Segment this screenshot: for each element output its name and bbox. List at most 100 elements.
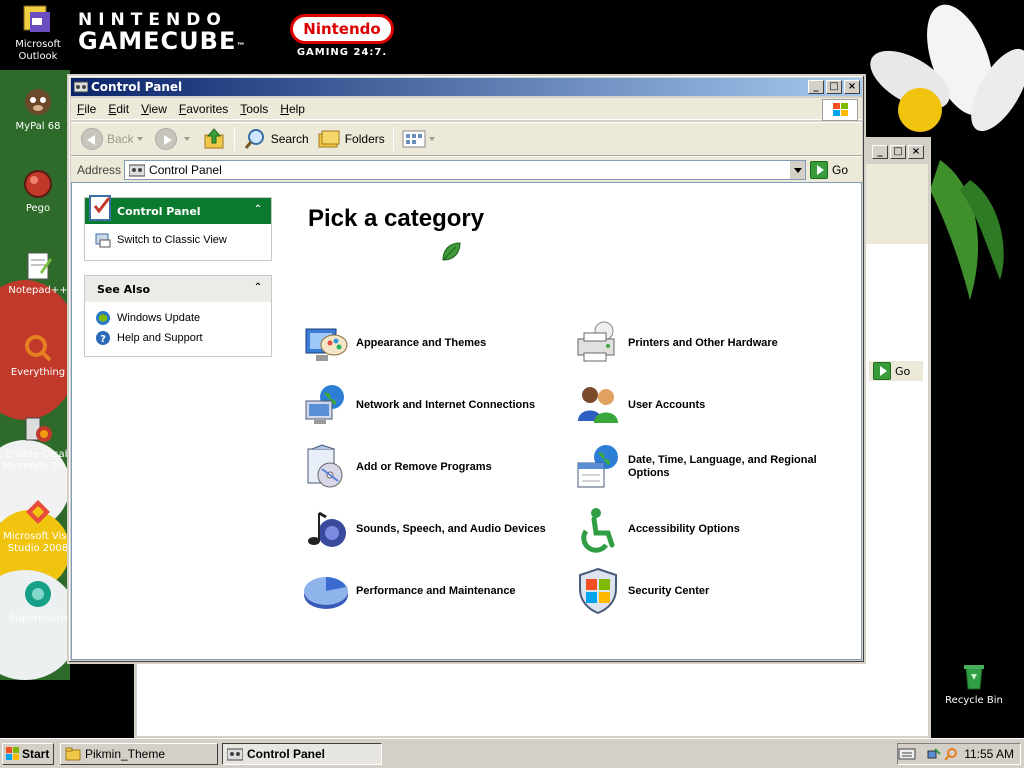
recycle-bin-icon xyxy=(958,660,990,692)
control-panel-icon xyxy=(74,81,88,93)
background-window-strip xyxy=(862,164,928,244)
views-button[interactable] xyxy=(398,125,443,153)
desktop-icon-label: MyPal 68 xyxy=(15,121,61,132)
search-button[interactable]: Search xyxy=(239,125,313,153)
desktop-icon-recycle-bin[interactable]: Recycle Bin xyxy=(936,660,1012,707)
page-heading: Pick a category xyxy=(308,205,485,232)
menu-help[interactable]: Help xyxy=(274,98,311,120)
category-date-time-language[interactable]: Date, Time, Language, and Regional Optio… xyxy=(574,443,848,491)
pego-icon xyxy=(22,168,54,200)
desktop-icon-label: Microsoft Visu Studio 2008 xyxy=(3,531,73,554)
background-window-titlebar: _ □ × xyxy=(858,140,928,164)
up-folder-button[interactable] xyxy=(198,125,230,153)
close-button[interactable]: × xyxy=(844,80,860,94)
back-dropdown-icon[interactable] xyxy=(136,137,143,141)
go-label: Go xyxy=(832,162,849,177)
system-tray: 11:55 AM xyxy=(897,743,1021,765)
desktop-icon-everything[interactable]: Everything xyxy=(0,332,76,379)
forward-dropdown-icon[interactable] xyxy=(183,137,190,141)
collapse-chevron-icon[interactable]: ⌃ xyxy=(251,204,265,218)
go-arrow-icon xyxy=(873,362,891,380)
switch-classic-view-link[interactable]: Switch to Classic View xyxy=(95,230,261,250)
task-pane-title: Control Panel xyxy=(117,204,201,218)
category-user-accounts[interactable]: User Accounts xyxy=(574,381,705,429)
go-button[interactable]: Go xyxy=(810,160,849,179)
taskbar: Start Pikmin_Theme Control Panel 11:55 A… xyxy=(0,738,1024,768)
window-titlebar[interactable]: Control Panel _ □ × xyxy=(71,78,862,96)
taskbar-item-label: Pikmin_Theme xyxy=(85,747,166,761)
folders-button[interactable]: Folders xyxy=(313,125,389,153)
address-input[interactable]: Control Panel xyxy=(124,159,807,180)
supermium-icon xyxy=(22,578,54,610)
category-network-internet[interactable]: Network and Internet Connections xyxy=(302,381,535,429)
category-sounds-audio[interactable]: Sounds, Speech, and Audio Devices xyxy=(302,505,546,553)
close-button[interactable]: × xyxy=(908,145,924,159)
back-arrow-icon xyxy=(81,128,103,150)
category-appearance-themes[interactable]: Appearance and Themes xyxy=(302,319,486,367)
views-icon xyxy=(402,130,426,148)
address-label: Address xyxy=(77,162,122,177)
maximize-button[interactable]: □ xyxy=(890,145,906,159)
control-panel-checklist-icon xyxy=(89,195,111,221)
address-dropdown-icon[interactable] xyxy=(789,160,806,179)
desktop-icon-outlook[interactable]: Microsoft Outlook xyxy=(0,4,76,63)
windows-flag-icon xyxy=(6,747,19,760)
task-pane-header[interactable]: See Also ⌃ xyxy=(85,276,271,302)
taskbar-item-control-panel[interactable]: Control Panel xyxy=(222,743,382,765)
minimize-button[interactable]: _ xyxy=(808,80,824,94)
category-security-center[interactable]: Security Center xyxy=(574,567,709,615)
menu-file[interactable]: File xyxy=(71,98,102,120)
category-label: Network and Internet Connections xyxy=(356,398,536,411)
windows-update-link[interactable]: Windows Update xyxy=(95,308,261,328)
search-tray-icon[interactable] xyxy=(944,747,958,761)
desktop-icon-label: Recycle Bin xyxy=(945,695,1003,706)
switch-classic-view-label: Switch to Classic View xyxy=(117,234,227,246)
clock[interactable]: 11:55 AM xyxy=(964,747,1014,761)
control-panel-icon xyxy=(129,164,146,176)
sounds-audio-icon xyxy=(308,511,346,547)
category-performance-maintenance[interactable]: Performance and Maintenance xyxy=(302,567,516,615)
menu-edit[interactable]: Edit xyxy=(102,98,135,120)
folder-icon xyxy=(65,747,81,761)
desktop-icon-pego[interactable]: Pego xyxy=(0,168,76,215)
category-label: Date, Time, Language, and Regional Optio… xyxy=(628,454,817,479)
go-arrow-icon xyxy=(810,160,829,179)
help-and-support-link[interactable]: ? Help and Support xyxy=(95,328,261,348)
desktop-icon-enable-disable[interactable]: Enable-Disab Nintendo Th... xyxy=(0,414,76,473)
minimize-button[interactable]: _ xyxy=(872,145,888,159)
windows-update-icon xyxy=(96,311,110,325)
address-value: Control Panel xyxy=(149,162,222,177)
outlook-icon xyxy=(22,4,54,36)
brand-tm: ™ xyxy=(236,42,247,52)
category-add-remove-programs[interactable]: Add or Remove Programs xyxy=(302,443,492,491)
views-dropdown-icon[interactable] xyxy=(428,137,435,141)
desktop-icon-notepad[interactable]: Notepad++ xyxy=(0,250,76,297)
date-time-language-icon xyxy=(577,445,618,488)
window-title: Control Panel xyxy=(91,80,183,94)
menu-favorites[interactable]: Favorites xyxy=(173,98,234,120)
leaf-icon xyxy=(442,242,461,261)
desktop-icon-supermium[interactable]: Supermium xyxy=(0,578,76,625)
forward-button[interactable] xyxy=(151,125,198,153)
maximize-button[interactable]: □ xyxy=(826,80,842,94)
network-tray-icon[interactable] xyxy=(927,747,941,761)
forward-arrow-icon xyxy=(154,128,177,150)
desktop-icon-label: Microsoft Outlook xyxy=(15,39,61,62)
brand-line2: GAMECUBE xyxy=(78,27,237,55)
menu-tools[interactable]: Tools xyxy=(234,98,274,120)
category-accessibility[interactable]: Accessibility Options xyxy=(574,505,740,553)
menu-view[interactable]: View xyxy=(135,98,173,120)
start-button[interactable]: Start xyxy=(2,743,54,765)
task-pane-header[interactable]: Control Panel ⌃ xyxy=(85,195,271,224)
background-window-go-button[interactable]: Go xyxy=(868,360,924,382)
collapse-chevron-icon[interactable]: ⌃ xyxy=(251,282,265,296)
category-label: Sounds, Speech, and Audio Devices xyxy=(356,522,546,535)
desktop-icon-mypal[interactable]: MyPal 68 xyxy=(0,86,76,133)
desktop-icon-visual-studio[interactable]: Microsoft Visu Studio 2008 xyxy=(0,496,76,555)
performance-maintenance-icon xyxy=(304,577,348,609)
desktop-icon-label: Notepad++ xyxy=(8,285,68,296)
back-button[interactable]: Back xyxy=(77,125,151,153)
category-printers-hardware[interactable]: Printers and Other Hardware xyxy=(574,319,778,367)
taskbar-item-pikmin-theme[interactable]: Pikmin_Theme xyxy=(60,743,218,765)
nintendo-tagline: GAMING 24:7. xyxy=(296,47,388,58)
